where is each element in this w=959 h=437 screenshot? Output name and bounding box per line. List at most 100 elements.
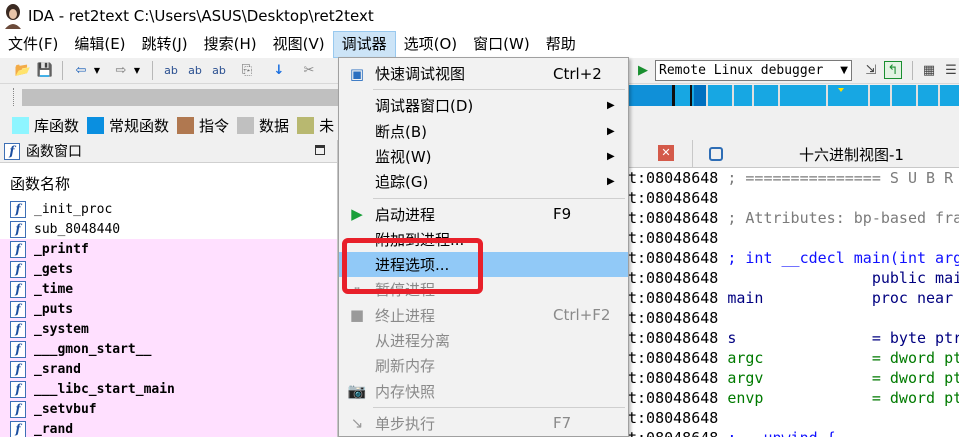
menu-item-5[interactable]: 追踪(G) ▶ bbox=[339, 169, 628, 194]
disassembly-address: t:08048648 bbox=[628, 329, 719, 347]
window-title: IDA - ret2text C:\Users\ASUS\Desktop\ret… bbox=[28, 6, 374, 25]
function-row[interactable]: f _srand bbox=[0, 359, 337, 379]
run-icon[interactable]: ▶ bbox=[634, 61, 652, 79]
memory-snapshot-icon: 📷 bbox=[347, 382, 367, 401]
open-file-icon[interactable]: 📂 bbox=[14, 61, 32, 79]
disassembly-line: t:08048648 ; int __cdecl main(int arg bbox=[628, 248, 959, 268]
menu-item-label: 刷新内存 bbox=[375, 357, 436, 376]
chevron-down-icon[interactable]: ▼ bbox=[128, 61, 146, 79]
menu-item-icon-slot bbox=[339, 93, 375, 118]
disassembly-address: t:08048648 bbox=[628, 309, 719, 327]
menu-item-14[interactable]: 📷 内存快照 bbox=[339, 379, 628, 404]
function-row[interactable]: f _rand bbox=[0, 419, 337, 437]
function-icon: f bbox=[10, 240, 26, 258]
menu-item-16[interactable]: ↘ 单步执行 F7 bbox=[339, 411, 628, 436]
function-row[interactable]: f _time bbox=[0, 279, 337, 299]
function-icon: f bbox=[10, 360, 26, 378]
menu-4[interactable]: 视图(V) bbox=[265, 31, 333, 58]
debugger-select[interactable]: Remote Linux debugger ▼ bbox=[655, 60, 852, 81]
layout-icon[interactable]: ▦ bbox=[920, 61, 938, 79]
tab-hex-view[interactable]: 十六进制视图-1 bbox=[692, 140, 959, 168]
menu-1[interactable]: 编辑(E) bbox=[66, 31, 133, 58]
menu-item-3[interactable]: 断点(B) ▶ bbox=[339, 119, 628, 144]
menu-item-shortcut: F7 bbox=[553, 414, 572, 433]
disassembly-address: t:08048648 bbox=[628, 169, 719, 187]
legend-item: 数据 bbox=[237, 115, 289, 136]
ida-logo-icon bbox=[2, 2, 24, 29]
menu-item-label: 监视(W) bbox=[375, 147, 432, 166]
disassembly-address: t:08048648 bbox=[628, 409, 719, 427]
menu-item-label: 内存快照 bbox=[375, 382, 436, 401]
menu-separator bbox=[373, 197, 625, 199]
step-into-icon: ↘ bbox=[350, 414, 364, 433]
function-row[interactable]: f _setvbuf bbox=[0, 399, 337, 419]
attach-icon[interactable]: ⇲ bbox=[862, 61, 880, 79]
menu-item-4[interactable]: 监视(W) ▶ bbox=[339, 144, 628, 169]
quick-debug-view-icon: ▣ bbox=[349, 64, 365, 83]
chevron-down-icon[interactable]: ▼ bbox=[88, 61, 106, 79]
submenu-arrow-icon: ▶ bbox=[607, 150, 615, 162]
navigation-band-overview[interactable] bbox=[628, 85, 959, 106]
function-name: _time bbox=[34, 281, 74, 297]
function-row[interactable]: f _gets bbox=[0, 259, 337, 279]
disassembly-text: main proc near bbox=[718, 289, 954, 307]
down-arrow-icon[interactable]: ↓ bbox=[270, 61, 288, 79]
function-row[interactable]: f _init_proc bbox=[0, 199, 337, 219]
menu-0[interactable]: 文件(F) bbox=[0, 31, 66, 58]
legend-label: 库函数 bbox=[34, 117, 80, 135]
search-text-icon[interactable]: ab bbox=[186, 61, 204, 79]
menu-5[interactable]: 调试器 bbox=[332, 31, 396, 58]
function-row[interactable]: f sub_8048440 bbox=[0, 219, 337, 239]
menu-item-12[interactable]: 从进程分离 bbox=[339, 328, 628, 353]
menu-6[interactable]: 选项(O) bbox=[396, 31, 466, 58]
list-icon[interactable]: ☰ bbox=[942, 61, 959, 79]
tab-hex-view-label: 十六进制视图-1 bbox=[799, 145, 904, 164]
function-icon: f bbox=[10, 260, 26, 278]
menu-item-13[interactable]: 刷新内存 bbox=[339, 353, 628, 378]
disassembly-text: ; int __cdecl main(int arg bbox=[718, 249, 959, 267]
close-icon[interactable]: ✕ bbox=[658, 145, 674, 161]
menu-item-0[interactable]: ▣ 快速调试视图 Ctrl+2 bbox=[339, 61, 628, 86]
search-next-icon[interactable]: ⎘ bbox=[238, 61, 256, 79]
menu-2[interactable]: 跳转(J) bbox=[134, 31, 196, 58]
disassembly-view[interactable]: t:08048648 ; =============== S U B Rt:08… bbox=[628, 168, 959, 437]
menu-item-2[interactable]: 调试器窗口(D) ▶ bbox=[339, 93, 628, 118]
save-icon[interactable]: 💾 bbox=[36, 61, 54, 79]
step-icon[interactable]: ↰ bbox=[884, 61, 902, 79]
search-binary-icon[interactable]: ab bbox=[162, 61, 180, 79]
maximize-icon[interactable] bbox=[315, 145, 325, 155]
menu-item-7[interactable]: ▶ 启动进程 F9 bbox=[339, 202, 628, 227]
disassembly-address: t:08048648 bbox=[628, 369, 719, 387]
menu-item-11[interactable]: ■ 终止进程 Ctrl+F2 bbox=[339, 303, 628, 328]
function-name: _gets bbox=[34, 261, 74, 277]
legend-swatch bbox=[237, 117, 255, 134]
search-immediate-icon[interactable]: ab bbox=[210, 61, 228, 79]
disassembly-line: t:08048648 s = byte ptr bbox=[628, 328, 959, 348]
function-row[interactable]: f _system bbox=[0, 319, 337, 339]
start-process-icon: ▶ bbox=[351, 205, 363, 223]
function-name: _rand bbox=[34, 421, 74, 437]
function-row[interactable]: f _puts bbox=[0, 299, 337, 319]
function-icon: f bbox=[10, 300, 26, 318]
function-icon: f bbox=[10, 220, 26, 238]
disassembly-text: argc = dword pt bbox=[718, 349, 959, 367]
function-name: _init_proc bbox=[34, 201, 113, 217]
menu-item-shortcut: Ctrl+2 bbox=[553, 64, 602, 83]
menu-8[interactable]: 帮助 bbox=[538, 31, 584, 58]
menu-item-icon-slot bbox=[339, 328, 375, 353]
function-row[interactable]: f _printf bbox=[0, 239, 337, 259]
menu-3[interactable]: 搜索(H) bbox=[196, 31, 265, 58]
menu-separator bbox=[373, 89, 625, 91]
function-row[interactable]: f ___libc_start_main bbox=[0, 379, 337, 399]
legend-item: 未 bbox=[297, 115, 334, 136]
function-row[interactable]: f ___gmon_start__ bbox=[0, 339, 337, 359]
submenu-arrow-icon: ▶ bbox=[607, 176, 615, 188]
stop-icon[interactable]: ✂ bbox=[300, 61, 318, 79]
disassembly-address: t:08048648 bbox=[628, 289, 719, 307]
function-icon: f bbox=[10, 380, 26, 398]
disassembly-line: t:08048648 ; Attributes: bp-based fra bbox=[628, 208, 959, 228]
function-name-column-header[interactable]: 函数名称 bbox=[0, 163, 337, 199]
menu-item-shortcut: F9 bbox=[553, 205, 572, 223]
disassembly-line: t:08048648 bbox=[628, 408, 959, 428]
menu-7[interactable]: 窗口(W) bbox=[465, 31, 538, 58]
